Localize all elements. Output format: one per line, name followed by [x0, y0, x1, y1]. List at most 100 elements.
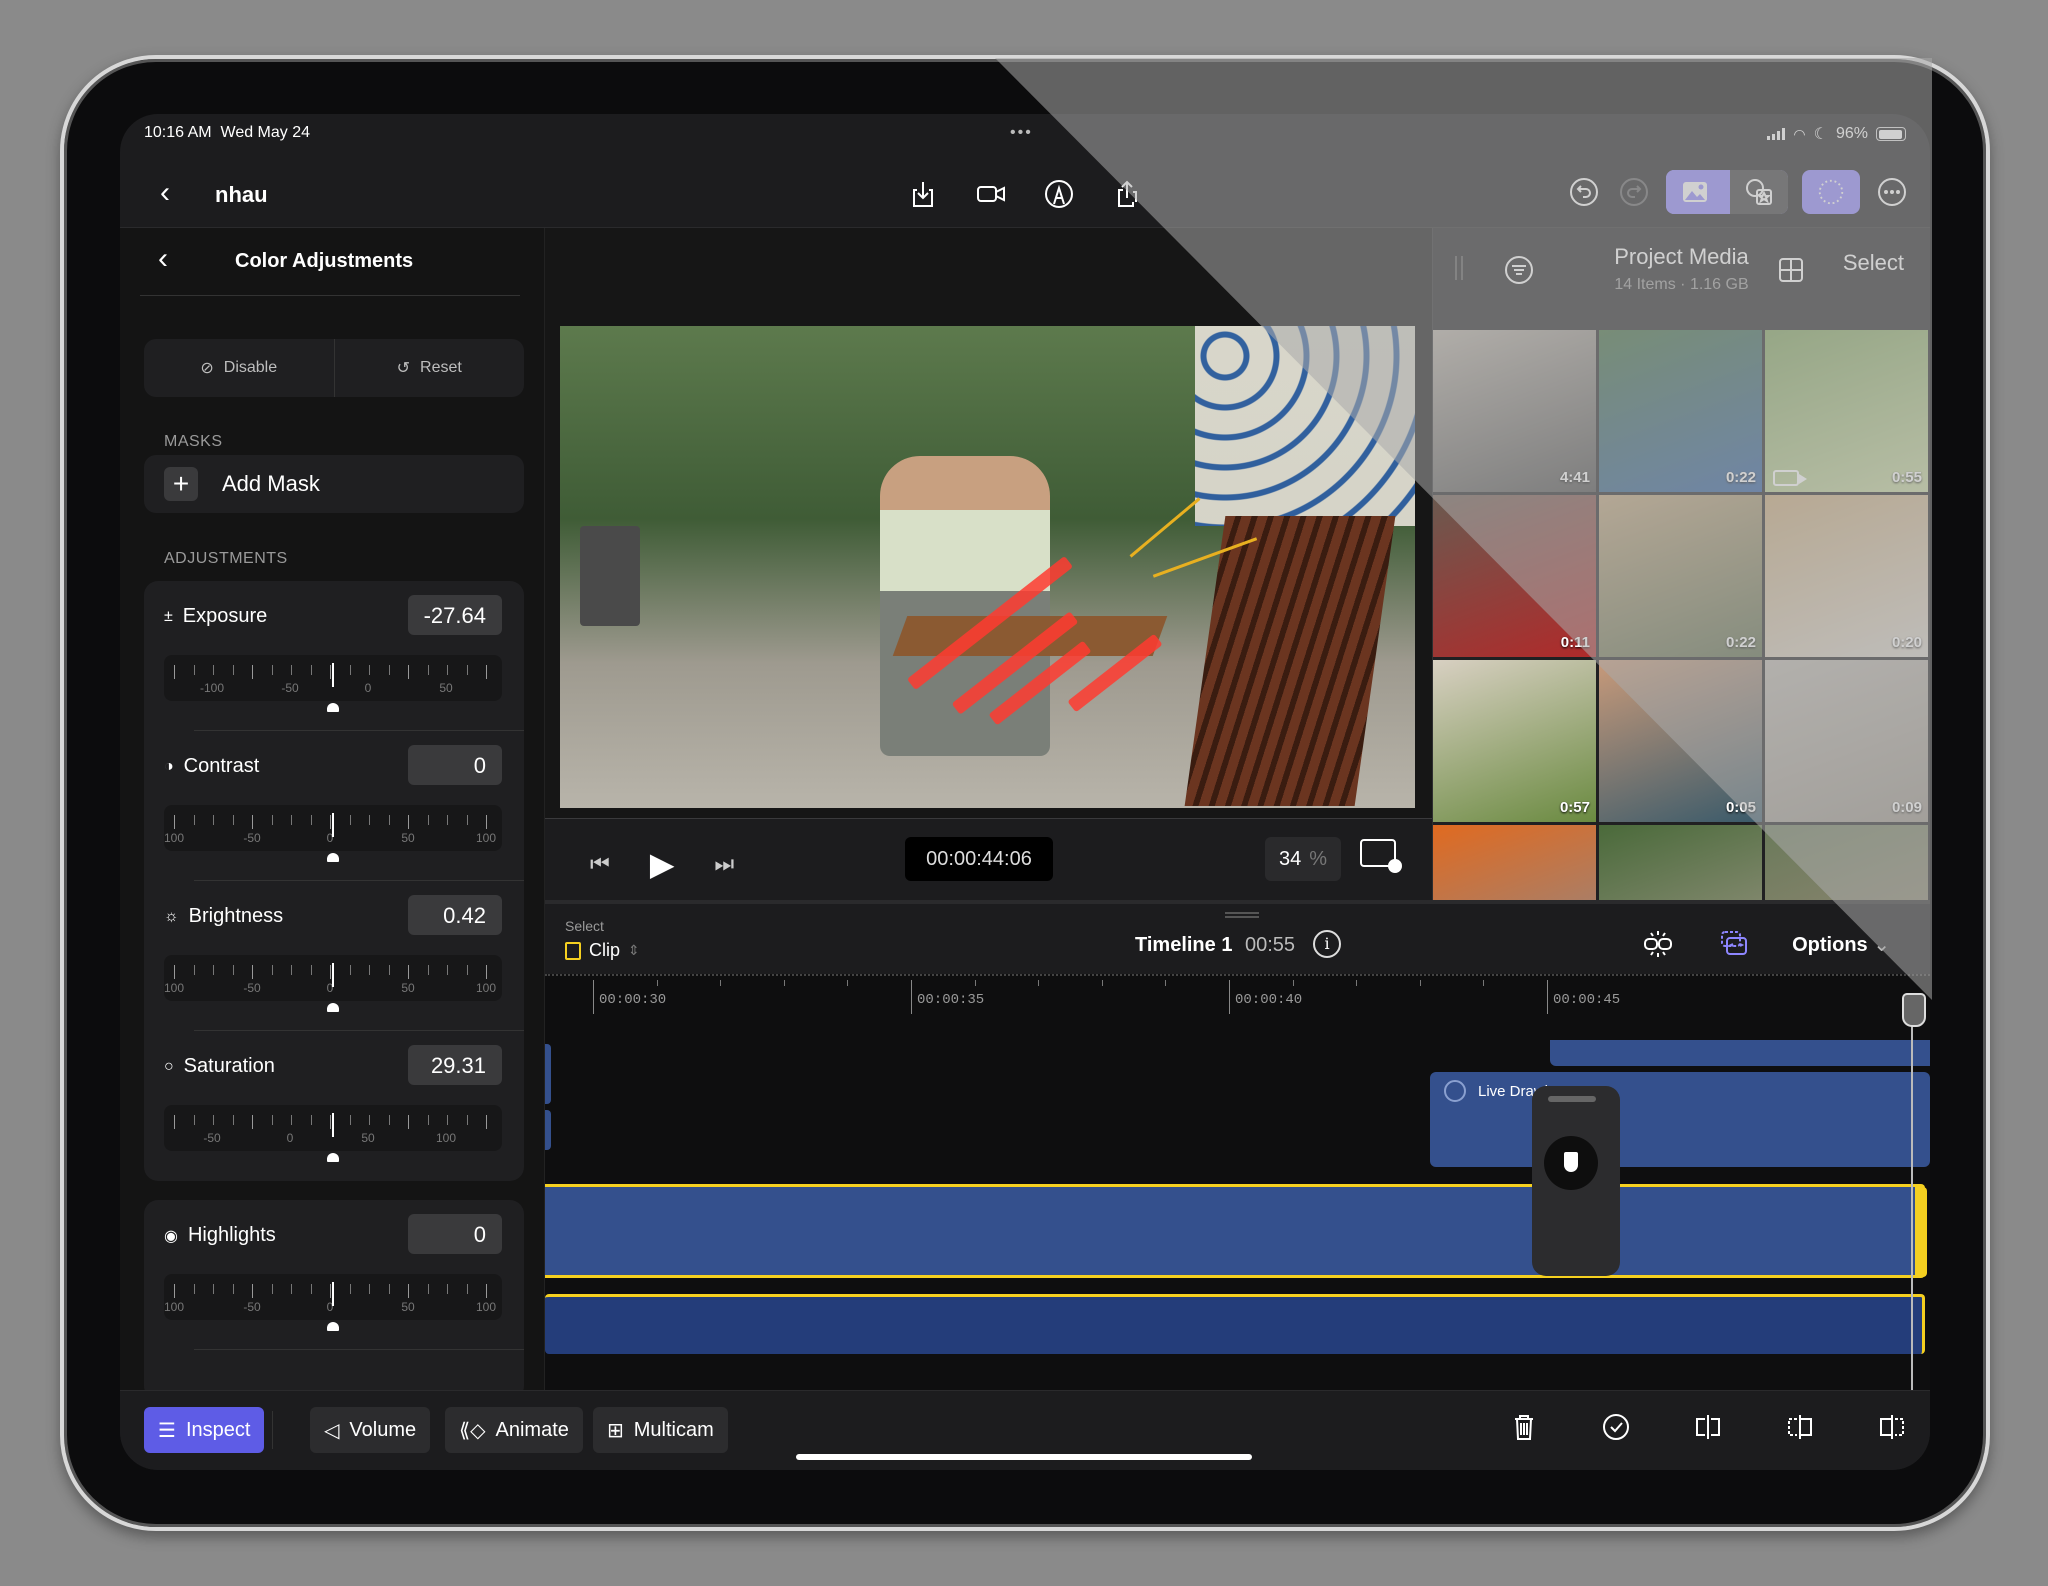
slider-knob[interactable]	[327, 1003, 339, 1012]
slider-tick	[213, 1284, 214, 1294]
clip-edge[interactable]	[545, 1110, 551, 1150]
jog-dial[interactable]	[1544, 1136, 1598, 1190]
media-select-button[interactable]: Select	[1843, 250, 1904, 276]
adjustment-slider[interactable]: 100 -50 0 50 100	[163, 805, 502, 862]
media-thumbnail[interactable]: 0:05	[1599, 660, 1762, 822]
slider-tick-label: -100	[199, 681, 225, 695]
slider-tick-label: -50	[203, 1131, 221, 1145]
ruler-timestamp: 00:00:40	[1229, 980, 1302, 1014]
mask-button[interactable]	[1802, 170, 1860, 214]
audio-clip[interactable]	[545, 1294, 1925, 1354]
disable-button[interactable]: ⊘ Disable	[144, 339, 334, 397]
ruler-minor-tick	[1038, 980, 1040, 986]
adjustment-value-field[interactable]: 0.42	[408, 895, 502, 935]
timeline-resize-handle[interactable]	[1225, 912, 1259, 918]
slider-tick	[252, 1115, 253, 1129]
split-icon[interactable]	[1690, 1409, 1726, 1445]
slider-tick-label: 50	[401, 831, 415, 845]
media-header: Project Media 14 Items · 1.16 GB Select	[1433, 228, 1930, 330]
media-thumbnail[interactable]: 0:57	[1433, 660, 1596, 822]
live-drawing-clip[interactable]: Live Drawing	[1430, 1072, 1930, 1167]
adjustment-slider[interactable]: -50 0 50 100	[164, 1105, 502, 1162]
more-icon[interactable]	[1874, 174, 1910, 210]
nav-right-actions	[1566, 170, 1910, 214]
animate-button[interactable]: ⟪◇ Animate	[445, 1407, 583, 1453]
reset-button[interactable]: ↺ Reset	[333, 339, 525, 397]
auto-scroll-icon[interactable]	[1716, 926, 1752, 962]
slider-knob[interactable]	[327, 1322, 339, 1331]
pen-tip-icon[interactable]	[1041, 176, 1077, 212]
multicam-button[interactable]: ⊞ Multicam	[593, 1407, 728, 1453]
media-thumbnail[interactable]: 0:20	[1765, 495, 1928, 657]
slider-tick	[213, 665, 214, 675]
split-clips-icon[interactable]	[1640, 926, 1676, 962]
slider-tick	[427, 1284, 429, 1294]
slider-tick	[310, 815, 312, 825]
timeline-ruler[interactable]: 00:00:30 00:00:35 00:00:40 00:00:45	[545, 974, 1930, 1014]
media-thumbnail[interactable]: 0:55	[1765, 330, 1928, 492]
options-menu[interactable]: Options ⌄	[1792, 932, 1890, 957]
adjustment-value-field[interactable]: 0	[408, 745, 502, 785]
slider-knob[interactable]	[327, 703, 339, 712]
multitasking-dots[interactable]: •••	[1010, 124, 1033, 142]
slider-knob[interactable]	[327, 853, 339, 862]
media-thumbnail[interactable]: 0:11	[1433, 495, 1596, 657]
photos-icon[interactable]	[1666, 170, 1724, 214]
inspect-button[interactable]: ☰ Inspect	[144, 1407, 265, 1453]
undo-icon[interactable]	[1566, 174, 1602, 210]
overlay-clip[interactable]	[1550, 1040, 1930, 1066]
thumbnail-duration: 0:22	[1725, 469, 1756, 486]
media-thumbnail[interactable]: 0:22	[1599, 495, 1762, 657]
media-thumbnail[interactable]: 4:41	[1433, 330, 1596, 492]
adjustment-slider[interactable]: -100 -50 0 50	[164, 655, 502, 712]
inspector-back-button[interactable]: ‹	[158, 242, 168, 276]
video-preview[interactable]	[560, 326, 1415, 808]
transport-bar: ⏮ ▶ ⏭ 00:00:44:06 34%	[545, 818, 1545, 900]
checkmark-icon[interactable]	[1598, 1409, 1634, 1445]
grid-view-icon[interactable]	[1773, 252, 1809, 288]
media-thumbnail[interactable]: 0:22	[1599, 330, 1762, 492]
media-thumbnail[interactable]: 0:09	[1765, 660, 1928, 822]
stickers-icon[interactable]	[1730, 170, 1788, 214]
primary-video-clip[interactable]	[545, 1184, 1925, 1278]
jog-grabber[interactable]	[1548, 1096, 1596, 1102]
chevron-down-icon: ⌄	[1873, 933, 1890, 956]
info-icon[interactable]: i	[1313, 930, 1341, 958]
reset-icon: ↺	[396, 360, 411, 377]
slider-knob[interactable]	[327, 1153, 339, 1162]
add-mask-button[interactable]: + Add Mask	[144, 455, 524, 513]
slider-tick	[388, 1115, 390, 1125]
play-button[interactable]: ▶	[650, 845, 675, 883]
plus-icon: +	[164, 467, 198, 501]
skip-back-icon[interactable]: ⏮	[590, 851, 610, 877]
camera-icon[interactable]	[973, 176, 1009, 212]
timecode-display[interactable]: 00:00:44:06	[905, 837, 1053, 881]
viewer-options-icon[interactable]	[1360, 839, 1402, 873]
back-button[interactable]: ‹	[160, 176, 170, 210]
viewer-zoom[interactable]: 34%	[1265, 837, 1341, 881]
playhead[interactable]	[1902, 993, 1926, 1399]
trim-end-icon[interactable]	[1874, 1409, 1910, 1445]
volume-button[interactable]: ◁ Volume	[310, 1407, 431, 1453]
adjustment-value-field[interactable]: -27.64	[408, 595, 502, 635]
adjustment-slider[interactable]: 100 -50 0 50 100	[164, 955, 502, 1012]
import-icon[interactable]	[905, 176, 941, 212]
timeline-header: Select Clip ⇕ Timeline 1 00:55 i Options …	[545, 904, 1930, 974]
trim-start-icon[interactable]	[1782, 1409, 1818, 1445]
trim-handle[interactable]	[1915, 1187, 1927, 1277]
slider-current-marker	[332, 963, 334, 987]
slider-tick-label: 100	[163, 831, 185, 845]
adjustment-slider[interactable]: 100 -50 0 50 100	[164, 1274, 502, 1331]
selection-mode-picker[interactable]: Clip ⇕	[565, 940, 640, 961]
adjustment-value-field[interactable]: 0	[408, 1214, 502, 1254]
slider-tick	[271, 1284, 273, 1294]
trash-icon[interactable]	[1506, 1409, 1542, 1445]
clip-edge[interactable]	[545, 1044, 551, 1104]
home-indicator[interactable]	[796, 1454, 1252, 1460]
share-icon[interactable]	[1109, 176, 1145, 212]
thumbnail-duration: 0:09	[1891, 799, 1922, 816]
adjustment-value-field[interactable]: 29.31	[408, 1045, 502, 1085]
skip-forward-icon[interactable]: ⏭	[714, 851, 734, 877]
redo-icon[interactable]	[1616, 174, 1652, 210]
highlights-icon: ◉	[164, 1227, 178, 1245]
